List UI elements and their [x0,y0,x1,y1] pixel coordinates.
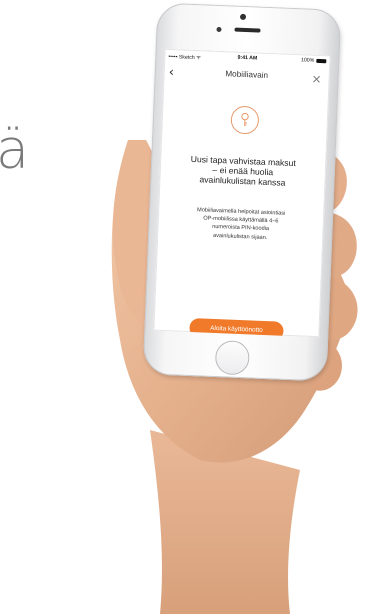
app-screen: ••••• Sketch ᯤ 9:41 AM 100% ‹ Mobiiliava… [153,48,331,338]
close-icon[interactable]: × [311,70,322,88]
description: Mobiiliavaimella helpoitat asiointiasi O… [171,205,310,243]
headline: Uusi tapa vahvistaa maksut – ei enää huo… [169,153,316,189]
battery-icon [316,58,327,64]
earpiece-speaker [234,27,261,33]
key-icon [230,105,260,135]
navigation-bar: ‹ Mobiiliavain × [163,63,330,92]
home-button[interactable] [214,340,251,376]
proximity-sensor [216,26,222,33]
battery-percent: 100% [300,57,315,64]
start-setup-button[interactable]: Aloita käyttöönotto [189,318,284,338]
page-title: Mobiiliavain [225,69,269,80]
front-camera [239,13,247,21]
phone-device: ••••• Sketch ᯤ 9:41 AM 100% ‹ Mobiiliava… [142,2,342,382]
